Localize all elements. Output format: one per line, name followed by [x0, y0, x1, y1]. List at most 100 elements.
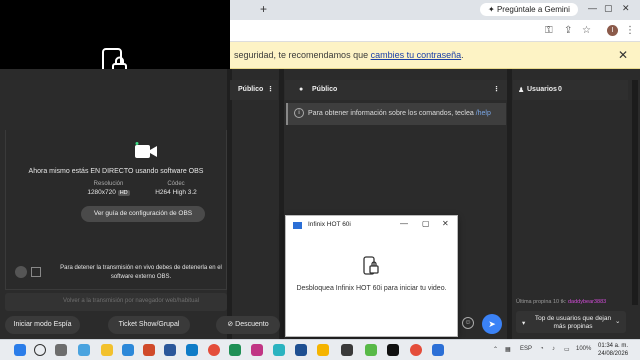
phone-link-popup: Infinix HOT 60i — ▢ ✕ Desbloquea Infinix…: [285, 215, 458, 337]
time: 01:34 a. m.: [598, 343, 629, 349]
app-icon[interactable]: [341, 344, 353, 356]
word-icon[interactable]: [164, 344, 176, 356]
users-title: Usuarios: [527, 86, 557, 93]
profile-avatar[interactable]: I: [607, 25, 618, 36]
switch-to-browser-text: Volver a la transmisión por navegador we…: [63, 298, 200, 304]
chat-menu-icon[interactable]: ⋮: [493, 85, 500, 93]
last-tip-line: Última propina 10 tk: daddybear3883: [516, 299, 606, 305]
chrome-icon[interactable]: [410, 344, 422, 356]
password-warning-text: seguridad, te recomendamos que cambies t…: [234, 50, 464, 60]
unlock-message: Desbloquea Infinix HOT 60i para iniciar …: [296, 285, 447, 292]
headset-icon[interactable]: [15, 266, 27, 278]
obs-stream-panel: Ahora mismo estás EN DIRECTO usando soft…: [5, 130, 227, 290]
codec-label: Códec: [167, 181, 185, 187]
chat-title: Público: [312, 86, 338, 93]
password-warning-bar: seguridad, te recomendamos que cambies t…: [230, 42, 640, 69]
store-icon[interactable]: [122, 344, 134, 356]
info-text-body: Para obtener información sobre los coman…: [308, 110, 476, 117]
mail-icon[interactable]: [186, 344, 198, 356]
left-column-menu-icon[interactable]: ⋮: [267, 85, 274, 93]
battery-icon[interactable]: ▭: [564, 346, 570, 353]
obs-guide-button[interactable]: Ver guía de configuración de OBS: [81, 206, 205, 222]
file-explorer-icon[interactable]: [101, 344, 113, 356]
send-button[interactable]: ➤: [482, 314, 502, 334]
warning-text-end: .: [461, 50, 464, 60]
switch-to-browser-bar[interactable]: Volver a la transmisión por navegador we…: [5, 293, 227, 311]
popup-maximize-button[interactable]: ▢: [422, 219, 430, 228]
app-icon[interactable]: [295, 344, 307, 356]
menu-icon[interactable]: ⋮: [625, 25, 635, 36]
clock[interactable]: 01:34 a. m. 24/08/2026: [598, 342, 628, 358]
resolution-text: 1280x720: [87, 189, 116, 196]
app-icon[interactable]: [273, 344, 285, 356]
video-camera-icon: [135, 142, 157, 158]
browser-toolbar: ⚿ ⇪ ☆ I ⋮: [230, 20, 640, 42]
search-icon[interactable]: [34, 344, 46, 356]
codec-value: H264 High 3.2: [155, 189, 197, 196]
chrome-icon[interactable]: [208, 344, 220, 356]
help-command: /help: [475, 110, 491, 117]
close-window-button[interactable]: ✕: [622, 3, 630, 14]
wifi-icon[interactable]: ◔: [540, 346, 544, 352]
column-divider: [227, 69, 232, 339]
emoji-icon[interactable]: ☺: [462, 317, 474, 329]
instagram-icon[interactable]: [251, 344, 263, 356]
app-icon[interactable]: [229, 344, 241, 356]
popup-title: Infinix HOT 60i: [308, 221, 351, 228]
tray-chevron-icon[interactable]: ⌃: [493, 346, 498, 353]
info-icon: i: [294, 108, 304, 118]
chat-info-message: i Para obtener información sobre los com…: [286, 103, 506, 125]
windows-taskbar: ⌃ ▦ ESP ◔ ♪ ▭ 100% 01:34 a. m. 24/08/2026: [0, 339, 640, 360]
powerpoint-icon[interactable]: [143, 344, 155, 356]
resolution-label: Resolución: [93, 181, 124, 187]
top-users-label: Top de usuarios que dejan más propinas: [534, 315, 612, 330]
discount-button[interactable]: ⊘ Descuento: [216, 316, 280, 334]
bookmark-star-icon[interactable]: ☆: [582, 25, 591, 36]
stop-stream-text: Para detener la transmisión en vivo debe…: [60, 265, 222, 280]
phone-link-icon[interactable]: [432, 344, 444, 356]
spy-mode-button[interactable]: Iniciar modo Espía: [5, 316, 80, 334]
phone-lock-icon: [363, 256, 379, 275]
minimize-button[interactable]: —: [588, 3, 597, 13]
network-icon[interactable]: ▦: [505, 346, 511, 353]
app-icon[interactable]: [365, 344, 377, 356]
change-password-link[interactable]: cambies tu contraseña: [371, 50, 462, 60]
date: 24/08/2026: [598, 351, 629, 357]
language-indicator[interactable]: ESP: [520, 346, 532, 352]
fullscreen-icon[interactable]: [31, 267, 41, 277]
users-count: 0: [558, 86, 562, 93]
widgets-icon[interactable]: [78, 344, 90, 356]
discount-label: Descuento: [235, 321, 269, 328]
start-icon[interactable]: [14, 344, 26, 356]
users-header: ♟ Usuarios 0: [513, 80, 628, 100]
chat-header: ● Público ⋮: [285, 80, 507, 100]
popup-close-button[interactable]: ✕: [442, 219, 449, 228]
obs-icon[interactable]: [387, 344, 399, 356]
top-tippers-dropdown[interactable]: ▾ Top de usuarios que dejan más propinas…: [516, 311, 626, 333]
last-tip-user[interactable]: daddybear3883: [568, 299, 606, 305]
left-column-title: Público: [238, 86, 264, 93]
gemini-label: Pregúntale a Gemini: [496, 5, 570, 14]
column-divider: [279, 69, 284, 339]
dismiss-warning-button[interactable]: ✕: [618, 48, 628, 62]
share-icon[interactable]: ⇪: [564, 25, 572, 36]
volume-icon[interactable]: ♪: [552, 346, 555, 352]
popup-minimize-button[interactable]: —: [400, 219, 408, 228]
password-key-icon[interactable]: ⚿: [545, 25, 553, 36]
last-tip-label: Última propina 10 tk:: [516, 299, 567, 305]
right-scrollbar[interactable]: [632, 80, 638, 305]
chat-bubble-icon: ●: [299, 86, 304, 93]
column-divider: [507, 69, 512, 339]
task-view-icon[interactable]: [55, 344, 67, 356]
trophy-icon: ▾: [522, 320, 526, 327]
maximize-button[interactable]: ▢: [604, 3, 613, 14]
info-text: Para obtener información sobre los coman…: [308, 110, 491, 117]
new-tab-button[interactable]: +: [260, 2, 267, 16]
warning-text-start: seguridad, te recomendamos que: [234, 50, 371, 60]
browser-tabbar: + ✦ Pregúntale a Gemini — ▢ ✕: [230, 0, 640, 20]
ticket-show-button[interactable]: Ticket Show/Grupal: [108, 316, 190, 334]
ask-gemini-button[interactable]: ✦ Pregúntale a Gemini: [480, 3, 578, 16]
app-icon[interactable]: [317, 344, 329, 356]
battery-percent: 100%: [576, 346, 592, 352]
phone-link-logo-icon: [293, 222, 302, 229]
